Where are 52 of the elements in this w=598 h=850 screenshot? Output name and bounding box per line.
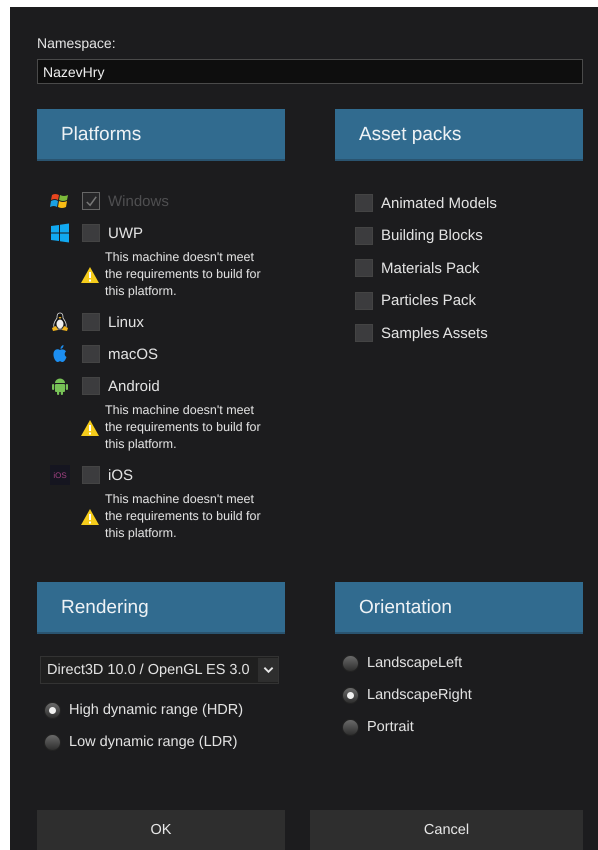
radio-button[interactable] (342, 718, 359, 736)
platform-label: UWP (108, 224, 143, 242)
warning-icon (80, 508, 100, 526)
checkbox[interactable] (355, 226, 373, 244)
radio-button[interactable] (44, 734, 61, 750)
checkbox[interactable] (82, 377, 100, 395)
platform-label: Linux (108, 314, 144, 330)
check-icon (84, 194, 98, 208)
radio-button[interactable] (342, 654, 359, 672)
warning-text: This machine doesn't meet the requirements to build for this platform. (105, 491, 262, 542)
checkbox[interactable] (355, 292, 373, 310)
checkbox[interactable] (355, 324, 373, 342)
asset-pack-label: Building Blocks (381, 227, 483, 244)
radio-button[interactable] (342, 686, 359, 704)
cancel-button[interactable]: Cancel (310, 810, 583, 850)
warning-icon (80, 418, 100, 436)
radio-button[interactable] (44, 702, 61, 718)
checkbox[interactable] (82, 224, 100, 242)
section-header: Rendering (37, 582, 285, 634)
section-header: Platforms (37, 109, 285, 161)
ok-button[interactable]: OK (37, 810, 285, 850)
radio-label: LandscapeLeft (367, 655, 462, 671)
asset-pack-label: Particles Pack (381, 292, 476, 309)
radio-label: Low dynamic range (LDR) (69, 734, 238, 750)
platform-label: Android (108, 378, 160, 394)
checkbox[interactable] (82, 345, 100, 363)
section-header: Orientation (335, 582, 583, 634)
radio-label: Portrait (367, 719, 414, 735)
radio-label: High dynamic range (HDR) (69, 702, 244, 718)
checkbox[interactable] (355, 259, 373, 277)
api-dropdown[interactable]: Direct3D 10.0 / OpenGL ES 3.0 (40, 656, 279, 684)
checkbox[interactable] (355, 194, 373, 212)
warning-icon (80, 266, 100, 284)
namespace-label: Namespace: (37, 35, 117, 51)
android-icon (50, 376, 70, 396)
platform-label: iOS (108, 466, 134, 484)
platform-label: macOS (108, 346, 158, 362)
asset-pack-label: Samples Assets (381, 324, 488, 342)
asset-pack-label: Materials Pack (381, 260, 480, 276)
windows-flag-icon (50, 191, 70, 211)
checkbox[interactable] (82, 466, 100, 484)
windows-logo-icon (50, 223, 70, 243)
asset-pack-label: Animated Models (381, 194, 497, 212)
warning-text: This machine doesn't meet the requirements to build for this platform. (105, 249, 262, 300)
penguin-icon (50, 312, 70, 332)
radio-label: LandscapeRight (367, 687, 472, 703)
ios-icon: iOS (50, 465, 70, 485)
warning-text: This machine doesn't meet the requirements to build for this platform. (105, 402, 262, 453)
chevron-down-icon (262, 666, 274, 674)
namespace-field[interactable]: NazevHry (37, 59, 583, 84)
section-header: Asset packs (335, 109, 583, 161)
checkbox[interactable] (82, 313, 100, 331)
